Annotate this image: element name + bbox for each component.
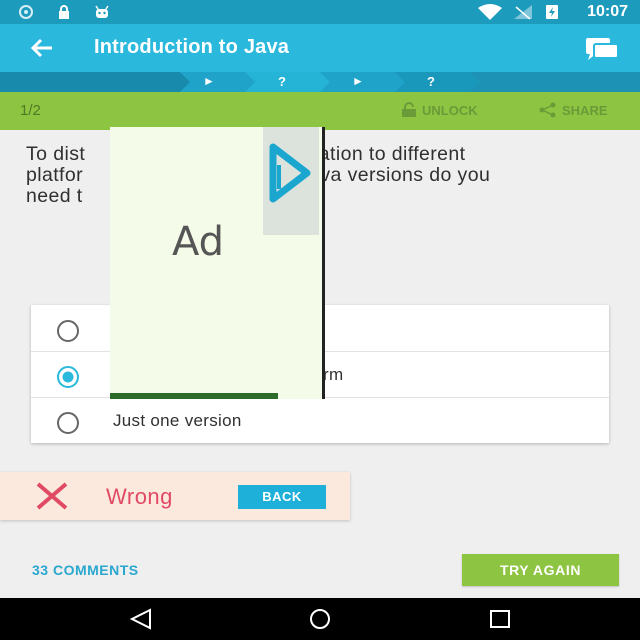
progress-chevrons: [0, 72, 480, 92]
nav-recents-icon[interactable]: [487, 608, 513, 630]
nav-back-icon[interactable]: [128, 608, 154, 630]
step-3[interactable]: ►: [352, 74, 364, 88]
step-2[interactable]: ?: [278, 74, 286, 89]
status-bar: 10:07: [0, 0, 640, 24]
play-icon: [269, 143, 311, 203]
android-icon: [95, 5, 109, 18]
radio-unchecked-icon[interactable]: [55, 410, 81, 436]
answer-label: Just one version: [113, 411, 242, 430]
share-icon: [539, 102, 556, 118]
nav-home-icon[interactable]: [307, 608, 333, 630]
signal-icon: [514, 5, 532, 20]
radio-unchecked-icon[interactable]: [55, 318, 81, 344]
step-4[interactable]: ?: [427, 74, 435, 89]
share-label: SHARE: [562, 102, 608, 118]
ad-choices-badge[interactable]: [263, 127, 319, 235]
back-button[interactable]: BACK: [238, 485, 326, 509]
answer-label: rm: [323, 365, 344, 384]
battery-icon: [546, 5, 558, 19]
ad-label: Ad: [172, 219, 225, 265]
page-counter: 1/2: [20, 102, 41, 119]
close-icon: [36, 482, 68, 510]
result-text: Wrong: [106, 484, 173, 509]
sync-icon: [19, 5, 33, 19]
result-banner: Wrong BACK: [0, 472, 350, 520]
try-again-button[interactable]: TRY AGAIN: [462, 554, 619, 586]
unlock-label: UNLOCK: [422, 102, 478, 118]
chat-icon[interactable]: [584, 34, 620, 62]
arrow-left-icon[interactable]: [28, 34, 56, 62]
unlock-button[interactable]: UNLOCK: [400, 102, 478, 118]
share-button[interactable]: SHARE: [538, 102, 608, 118]
system-nav-bar: [0, 598, 640, 640]
page-title: Introduction to Java: [94, 36, 290, 58]
question-progress: ► ? ► ?: [0, 72, 640, 92]
lock-icon: [402, 102, 416, 117]
lock-icon: [59, 5, 69, 19]
wifi-icon: [478, 4, 502, 20]
clock: 10:07: [587, 3, 628, 20]
answer-option[interactable]: Just one version: [31, 397, 609, 443]
radio-checked-icon[interactable]: [55, 364, 81, 390]
ad-footer-bar: [110, 393, 278, 399]
comments-link[interactable]: 33 COMMENTS: [32, 562, 139, 578]
app-bar: Introduction to Java: [0, 24, 640, 72]
lesson-toolbar: 1/2 UNLOCK SHARE: [0, 92, 640, 130]
ad-banner[interactable]: Ad: [110, 127, 325, 399]
step-1[interactable]: ►: [203, 74, 215, 88]
